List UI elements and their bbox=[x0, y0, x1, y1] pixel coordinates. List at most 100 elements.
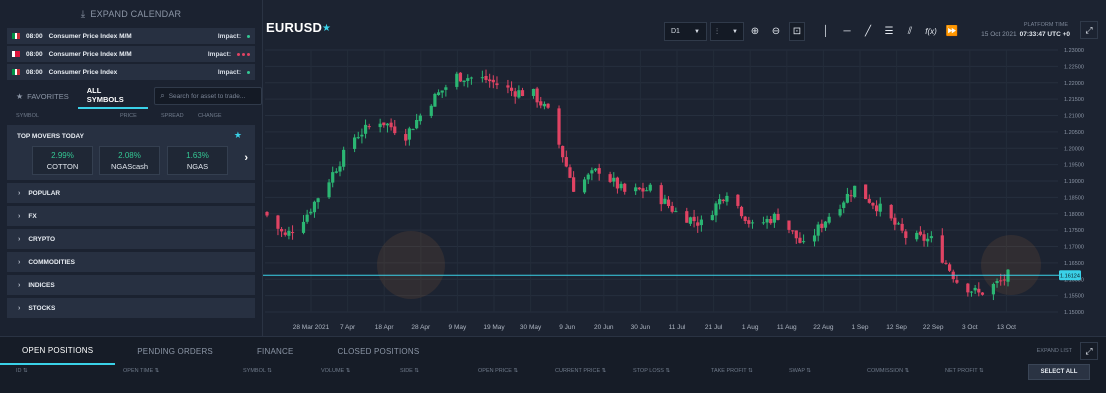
impact-label: Impact: bbox=[207, 50, 231, 58]
category-crypto[interactable]: › CRYPTO bbox=[7, 229, 255, 249]
category-stocks[interactable]: › STOCKS bbox=[7, 298, 255, 318]
tab-all-symbols[interactable]: ALL SYMBOLS bbox=[77, 83, 149, 109]
mover-card[interactable]: 2.08% NGAScash bbox=[99, 146, 160, 175]
chevron-right-icon[interactable]: › bbox=[244, 152, 248, 164]
candle-body bbox=[765, 218, 769, 223]
y-tick-label: 1.18000 bbox=[1064, 212, 1084, 218]
y-tick-label: 1.21000 bbox=[1064, 114, 1084, 120]
forward-icon[interactable]: ⏩ bbox=[944, 22, 960, 41]
tab-finance[interactable]: FINANCE bbox=[235, 337, 316, 365]
y-tick-label: 1.22000 bbox=[1064, 81, 1084, 87]
column-header[interactable]: OPEN PRICE ⇅ bbox=[478, 368, 518, 374]
mover-card[interactable]: 2.99% COTTON bbox=[32, 146, 93, 175]
zoom-in-icon[interactable]: ⊕ bbox=[747, 22, 763, 41]
candle-body bbox=[977, 288, 981, 293]
column-header[interactable]: SWAP ⇅ bbox=[789, 368, 811, 374]
category-commodities[interactable]: › COMMODITIES bbox=[7, 252, 255, 272]
timeframe-select[interactable]: D1 ▼ bbox=[664, 22, 707, 41]
symbols-sidebar: ⤓ EXPAND CALENDAR 08:00 Consumer Price I… bbox=[0, 0, 262, 336]
chart-type-select[interactable]: ⫶ ▼ bbox=[710, 22, 744, 41]
zoom-reset-icon[interactable]: ⊡ bbox=[789, 22, 805, 41]
x-tick-label: 28 Apr bbox=[411, 324, 431, 331]
candle-body bbox=[772, 213, 776, 223]
candle-body bbox=[280, 229, 284, 232]
star-icon[interactable]: ★ bbox=[234, 130, 242, 141]
category-indices[interactable]: › INDICES bbox=[7, 275, 255, 295]
column-header[interactable]: TAKE PROFIT ⇅ bbox=[711, 368, 753, 374]
search-placeholder: Search for asset to trade... bbox=[168, 92, 246, 100]
calendar-event[interactable]: 08:00 Consumer Price Index M/M Impact: bbox=[7, 46, 255, 62]
y-tick-label: 1.19000 bbox=[1064, 179, 1084, 185]
category-fx[interactable]: › FX bbox=[7, 206, 255, 226]
candle-body bbox=[276, 215, 280, 229]
candle-body bbox=[995, 281, 999, 284]
impact-label: Impact: bbox=[217, 32, 241, 40]
candle-body bbox=[582, 179, 587, 193]
column-header[interactable]: COMMISSION ⇅ bbox=[867, 368, 909, 374]
candle-body bbox=[615, 177, 620, 189]
tab-pending-orders[interactable]: PENDING ORDERS bbox=[115, 337, 235, 365]
horizontal-line-icon[interactable]: ─ bbox=[839, 22, 855, 41]
tab-favorites[interactable]: ★ FAVORITES bbox=[7, 83, 78, 109]
column-header[interactable]: SYMBOL ⇅ bbox=[243, 368, 272, 374]
fullscreen-icon[interactable]: ⤢ bbox=[1080, 342, 1098, 360]
impact-dots bbox=[237, 52, 250, 56]
calendar-event[interactable]: 08:00 Consumer Price Index M/M Impact: bbox=[7, 28, 255, 44]
candle-body bbox=[922, 234, 926, 241]
mover-card[interactable]: 1.63% NGAS bbox=[167, 146, 228, 175]
trend-line-icon[interactable]: ╱ bbox=[860, 22, 876, 41]
candle-body bbox=[480, 77, 484, 79]
flag-icon bbox=[12, 51, 21, 57]
x-tick-label: 12 Sep bbox=[886, 324, 907, 331]
parallel-lines-icon[interactable]: ⫽ bbox=[902, 22, 918, 41]
calendar-event[interactable]: 08:00 Consumer Price Index Impact: bbox=[7, 64, 255, 80]
candles-icon: ⫶ bbox=[716, 26, 718, 36]
chart-symbol: EURUSD bbox=[266, 20, 323, 35]
column-header[interactable]: VOLUME ⇅ bbox=[321, 368, 350, 374]
candle-body bbox=[309, 211, 313, 214]
star-icon[interactable]: ★ bbox=[322, 23, 331, 34]
tab-open-positions[interactable]: OPEN POSITIONS bbox=[0, 337, 116, 365]
x-tick-label: 13 Oct bbox=[997, 324, 1016, 331]
column-header[interactable]: CURRENT PRICE ⇅ bbox=[555, 368, 606, 374]
vertical-line-icon[interactable]: │ bbox=[818, 22, 834, 41]
candle-body bbox=[389, 122, 393, 128]
column-header[interactable]: NET PROFIT ⇅ bbox=[945, 368, 984, 374]
column-header[interactable]: ID ⇅ bbox=[16, 368, 28, 374]
mover-symbol: NGAS bbox=[186, 162, 209, 171]
candle-body bbox=[980, 292, 985, 295]
candle-body bbox=[327, 182, 331, 198]
column-header[interactable]: OPEN TIME ⇅ bbox=[123, 368, 159, 374]
y-tick-label: 1.15500 bbox=[1064, 294, 1084, 300]
expand-list-button[interactable]: EXPAND LIST bbox=[1037, 348, 1072, 354]
candle-body bbox=[878, 203, 882, 212]
platform-clock: 07:33:47 UTC +0 bbox=[1019, 31, 1070, 38]
channel-icon[interactable]: ☰ bbox=[881, 22, 897, 41]
category-list: › POPULAR › FX › CRYPTO › COMMODITIES › INDIC… bbox=[0, 183, 262, 318]
column-header[interactable]: STOP LOSS ⇅ bbox=[633, 368, 670, 374]
candle-body bbox=[710, 215, 714, 221]
fullscreen-icon[interactable]: ⤢ bbox=[1080, 21, 1098, 39]
zoom-out-icon[interactable]: ⊖ bbox=[768, 22, 784, 41]
candle-body bbox=[404, 134, 408, 141]
y-tick-label: 1.22500 bbox=[1064, 64, 1084, 70]
candle-body bbox=[557, 108, 561, 145]
price-chart[interactable]: 1.23000 1.22500 1.22000 1.21500 1.21000 1.205… bbox=[263, 44, 1106, 336]
candle-body bbox=[871, 202, 875, 206]
category-popular[interactable]: › POPULAR bbox=[7, 183, 255, 203]
select-all-button[interactable]: SELECT ALL bbox=[1028, 364, 1090, 380]
candle-body bbox=[714, 203, 718, 216]
candle-body bbox=[743, 216, 747, 221]
positions-panel: OPEN POSITIONS PENDING ORDERS FINANCE CL… bbox=[0, 336, 1106, 393]
candle-body bbox=[619, 183, 623, 189]
search-input[interactable]: ⌕ Search for asset to trade... bbox=[154, 87, 262, 105]
tab-closed-positions[interactable]: CLOSED POSITIONS bbox=[315, 337, 441, 365]
indicator-icon[interactable]: f(x) bbox=[923, 22, 939, 41]
candle-body bbox=[645, 190, 649, 192]
column-change: CHANGE bbox=[198, 113, 222, 119]
candle-body bbox=[382, 122, 386, 126]
candle-body bbox=[827, 216, 831, 223]
candle-body bbox=[568, 167, 572, 178]
column-header[interactable]: SIDE ⇅ bbox=[400, 368, 419, 374]
expand-calendar-button[interactable]: ⤓ EXPAND CALENDAR bbox=[0, 0, 262, 28]
